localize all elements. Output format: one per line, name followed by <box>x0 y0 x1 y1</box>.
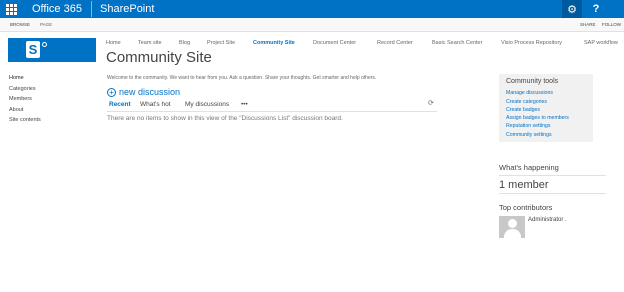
page-title: Community Site <box>106 49 212 66</box>
plus-circle-icon: + <box>107 87 116 97</box>
site-logo[interactable]: S <box>8 38 96 62</box>
office365-brand[interactable]: Office 365 <box>32 3 82 15</box>
gear-icon[interactable]: ⚙ <box>562 0 582 18</box>
new-discussion-label: new discussion <box>119 87 181 97</box>
topnav-project-site[interactable]: Project Site <box>207 40 235 46</box>
topnav-record-center[interactable]: Record Center <box>377 40 413 46</box>
new-discussion-button[interactable]: + new discussion <box>107 87 180 97</box>
top-contributors-title: Top contributors <box>499 203 553 212</box>
leftnav-site-contents[interactable]: Site contents <box>9 117 41 123</box>
ribbon-bar: BROWSE PAGE SHARE FOLLOW <box>0 18 624 32</box>
tab-whats-hot[interactable]: What's hot <box>140 101 171 108</box>
topnav-visio-process-repository[interactable]: Visio Process Repository <box>501 40 562 46</box>
person-icon <box>508 219 517 228</box>
leftnav-home[interactable]: Home <box>9 75 24 81</box>
more-tabs-button[interactable]: ••• <box>241 101 248 108</box>
link-create-categories[interactable]: Create categories <box>506 99 547 105</box>
contributor-name[interactable]: Administrator . <box>528 217 567 223</box>
topnav-community-site[interactable]: Community Site <box>253 40 295 46</box>
link-community-settings[interactable]: Community settings <box>506 132 552 138</box>
link-reputation-settings[interactable]: Reputation settings <box>506 123 550 129</box>
tab-browse[interactable]: BROWSE <box>10 22 30 27</box>
whats-happening-title: What's happening <box>499 163 559 172</box>
help-icon[interactable]: ? <box>587 0 605 18</box>
divider <box>499 175 606 176</box>
topnav-blog[interactable]: Blog <box>179 40 190 46</box>
leftnav-members[interactable]: Members <box>9 96 32 102</box>
logo-dot <box>42 42 47 47</box>
member-count[interactable]: 1 member <box>499 179 549 191</box>
share-button[interactable]: SHARE <box>580 22 596 27</box>
suite-divider <box>91 1 92 17</box>
tab-underline <box>107 111 437 112</box>
link-create-badges[interactable]: Create badges <box>506 107 540 113</box>
sharepoint-logo-icon: S <box>26 41 40 58</box>
community-tools-panel: Community tools Manage discussions Creat… <box>499 74 593 142</box>
topnav-team-site[interactable]: Team site <box>138 40 162 46</box>
sharepoint-app-title[interactable]: SharePoint <box>100 3 154 15</box>
tab-page[interactable]: PAGE <box>40 22 52 27</box>
topnav-home[interactable]: Home <box>106 40 121 46</box>
refresh-icon[interactable]: ⟳ <box>428 99 434 107</box>
empty-list-message: There are no items to show in this view … <box>107 115 343 122</box>
welcome-message: Welcome to the community. We want to hea… <box>107 75 377 81</box>
person-body <box>504 229 521 238</box>
tab-my-discussions[interactable]: My discussions <box>185 101 229 108</box>
topnav-sap-workflow[interactable]: SAP workflow <box>584 40 618 46</box>
divider <box>499 193 606 194</box>
link-assign-badges[interactable]: Assign badges to members <box>506 115 569 121</box>
community-tools-title: Community tools <box>506 78 559 85</box>
link-manage-discussions[interactable]: Manage discussions <box>506 90 553 96</box>
tab-recent[interactable]: Recent <box>109 101 131 108</box>
suite-bar: Office 365 SharePoint ⚙ ? <box>0 0 624 18</box>
follow-button[interactable]: FOLLOW <box>602 22 621 27</box>
avatar[interactable] <box>499 216 525 238</box>
topnav-document-center[interactable]: Document Center <box>313 40 356 46</box>
leftnav-about[interactable]: About <box>9 107 23 113</box>
topnav-basic-search-center[interactable]: Basic Search Center <box>432 40 482 46</box>
leftnav-categories[interactable]: Categories <box>9 86 36 92</box>
app-launcher-icon[interactable] <box>0 0 22 18</box>
